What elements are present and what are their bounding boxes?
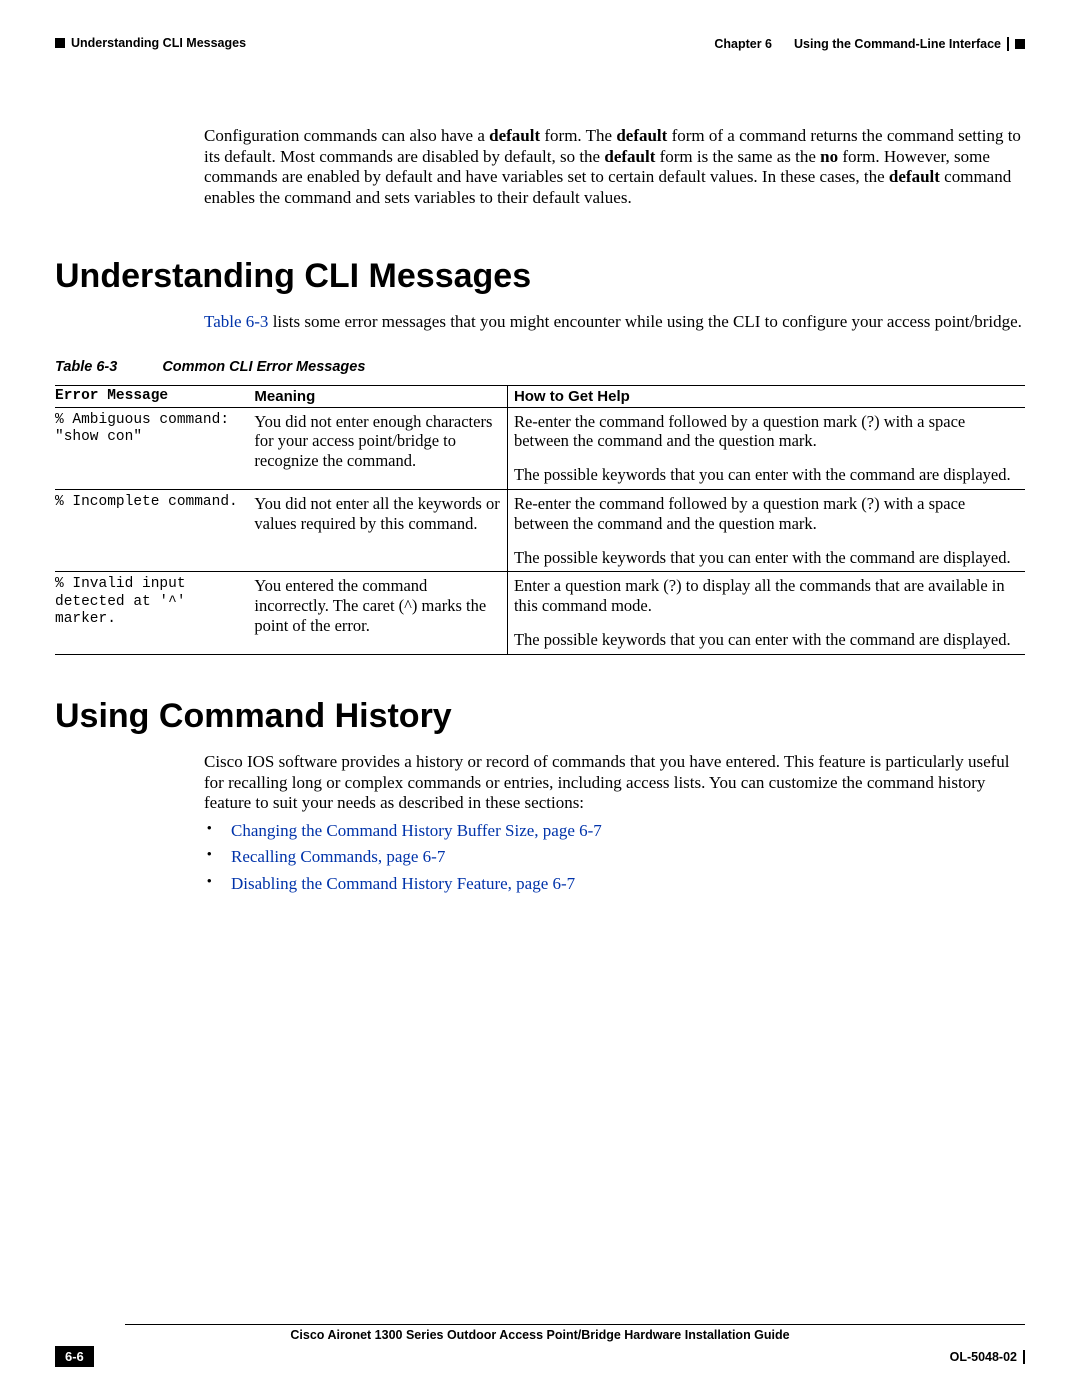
help-p2: The possible keywords that you can enter… [514, 548, 1017, 568]
list-item: Disabling the Command History Feature, p… [203, 871, 1025, 897]
cell-help: Re-enter the command followed by a quest… [507, 490, 1025, 572]
cell-help: Re-enter the command followed by a quest… [507, 407, 1025, 489]
heading-understanding-cli: Understanding CLI Messages [55, 257, 1025, 296]
footer-guide-title: Cisco Aironet 1300 Series Outdoor Access… [55, 1328, 1025, 1342]
cell-help: Enter a question mark (?) to display all… [507, 572, 1025, 654]
header-chapter: Chapter 6 [714, 37, 772, 51]
text: Configuration commands can also have a [204, 126, 489, 145]
header-title: Using the Command-Line Interface [794, 37, 1001, 51]
square-bullet-icon [1015, 39, 1025, 49]
cell-error: % Ambiguous command: "show con" [55, 407, 254, 489]
th-error: Error Message [55, 385, 254, 407]
text: form is the same as the [655, 147, 820, 166]
text-bold: default [604, 147, 655, 166]
text: lists some error messages that you might… [268, 312, 1022, 331]
doc-id: OL-5048-02 [950, 1350, 1025, 1364]
intro-paragraph: Configuration commands can also have a d… [204, 126, 1025, 209]
table-caption: Table 6-3 Common CLI Error Messages [55, 359, 1025, 375]
help-p1: Re-enter the command followed by a quest… [514, 494, 1017, 534]
vline-icon [1023, 1350, 1025, 1364]
xref-link[interactable]: Disabling the Command History Feature, p… [231, 874, 575, 893]
cell-meaning: You did not enter enough characters for … [254, 407, 507, 489]
cell-error: % Incomplete command. [55, 490, 254, 572]
help-p2: The possible keywords that you can enter… [514, 630, 1017, 650]
header-right: Chapter 6 Using the Command-Line Interfa… [714, 37, 1025, 51]
vline-icon [1007, 37, 1009, 51]
list-item: Changing the Command History Buffer Size… [203, 818, 1025, 844]
text-bold: default [616, 126, 667, 145]
help-p1: Re-enter the command followed by a quest… [514, 412, 1017, 452]
square-bullet-icon [55, 38, 65, 48]
list-item: Recalling Commands, page 6-7 [203, 844, 1025, 870]
reference-paragraph: Table 6-3 lists some error messages that… [204, 312, 1025, 333]
cell-error: % Invalid input detected at '^' marker. [55, 572, 254, 654]
body: Configuration commands can also have a d… [55, 126, 1025, 897]
page-footer: Cisco Aironet 1300 Series Outdoor Access… [55, 1324, 1025, 1367]
page: Understanding CLI Messages Chapter 6 Usi… [0, 0, 1080, 1397]
table-xref-link[interactable]: Table 6-3 [204, 312, 268, 331]
header-section: Understanding CLI Messages [71, 36, 246, 50]
table-row: % Ambiguous command: "show con" You did … [55, 407, 1025, 489]
help-p1: Enter a question mark (?) to display all… [514, 576, 1017, 616]
xref-link[interactable]: Changing the Command History Buffer Size… [231, 821, 602, 840]
ol-text: OL-5048-02 [950, 1350, 1017, 1364]
heading-command-history: Using Command History [55, 697, 1025, 736]
text-bold: no [820, 147, 838, 166]
table-row: % Invalid input detected at '^' marker. … [55, 572, 1025, 654]
cell-meaning: You entered the command incorrectly. The… [254, 572, 507, 654]
help-p2: The possible keywords that you can enter… [514, 465, 1017, 485]
caption-title: Common CLI Error Messages [162, 359, 365, 375]
table-row: % Incomplete command. You did not enter … [55, 490, 1025, 572]
page-number: 6-6 [55, 1346, 94, 1367]
xref-link[interactable]: Recalling Commands, page 6-7 [231, 847, 445, 866]
page-header: Understanding CLI Messages Chapter 6 Usi… [55, 36, 1025, 56]
footer-rule [125, 1324, 1025, 1325]
th-help: How to Get Help [507, 385, 1025, 407]
cell-meaning: You did not enter all the keywords or va… [254, 490, 507, 572]
text-bold: default [889, 167, 940, 186]
table-header-row: Error Message Meaning How to Get Help [55, 385, 1025, 407]
caption-label: Table 6-3 [55, 359, 117, 375]
link-list: Changing the Command History Buffer Size… [203, 818, 1025, 897]
footer-row: 6-6 OL-5048-02 [55, 1346, 1025, 1367]
cli-error-table: Error Message Meaning How to Get Help % … [55, 385, 1025, 655]
th-meaning: Meaning [254, 385, 507, 407]
text-bold: default [489, 126, 540, 145]
header-left: Understanding CLI Messages [55, 36, 246, 50]
history-paragraph: Cisco IOS software provides a history or… [204, 752, 1025, 814]
text: form. The [540, 126, 616, 145]
